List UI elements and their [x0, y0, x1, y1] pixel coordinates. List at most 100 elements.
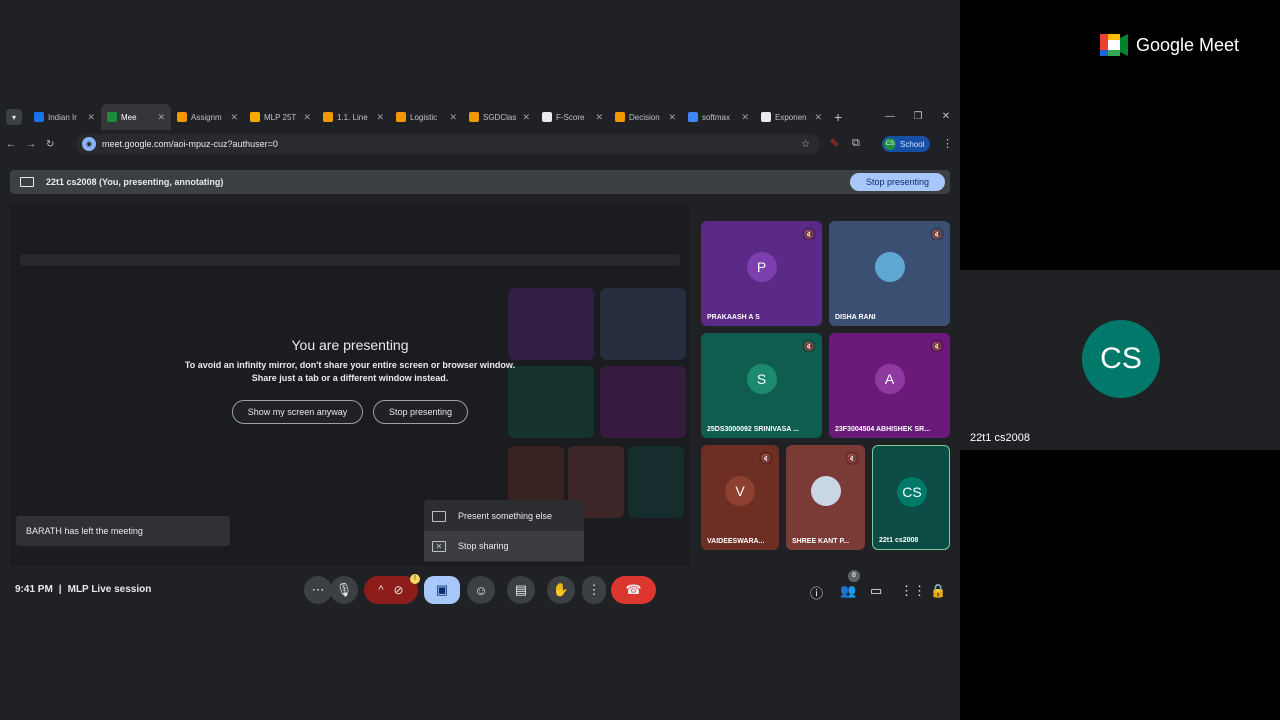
participant-name: 22t1 cs2008: [879, 537, 919, 544]
tab-close-icon[interactable]: ✕: [303, 112, 311, 123]
participant-avatar: V: [725, 475, 755, 506]
toast-text: BARATH has left the meeting: [26, 526, 143, 536]
address-bar[interactable]: ◉ meet.google.com/aoi-mpuz-cuz?authuser=…: [76, 134, 820, 154]
more-options-left-button[interactable]: ⋯: [304, 576, 332, 604]
stop-sharing-label: Stop sharing: [458, 541, 509, 551]
tab-favicon-icon: [396, 112, 406, 122]
tab-7[interactable]: F-Score ✕: [536, 104, 609, 130]
tab-close-icon[interactable]: ✕: [376, 112, 384, 123]
microphone-button[interactable]: 🎙: [330, 576, 358, 604]
tab-10[interactable]: Exponen ✕: [755, 104, 828, 130]
participant-avatar: CS: [897, 476, 927, 507]
captions-button[interactable]: ▤: [507, 576, 535, 604]
profile-avatar: CS: [884, 138, 896, 150]
new-tab-icon[interactable]: +: [834, 109, 842, 125]
extensions-icon[interactable]: ⧉: [852, 137, 860, 150]
browser-menu-icon[interactable]: ⋮: [942, 137, 953, 150]
tab-favicon-icon: [323, 112, 333, 122]
chat-icon[interactable]: ▭: [870, 583, 882, 599]
minimize-icon[interactable]: —: [876, 104, 904, 130]
tab-title: Decision: [629, 112, 660, 122]
tab-favicon-icon: [469, 112, 479, 122]
forward-icon[interactable]: →: [26, 139, 36, 150]
window-controls: — ❐ ✕: [876, 104, 960, 130]
tab-title: SGDClas: [483, 112, 517, 122]
participant-avatar: S: [746, 363, 777, 394]
participant-tile[interactable]: CS 22t1 cs2008: [872, 445, 950, 550]
tab-3[interactable]: MLP 25T ✕: [244, 104, 317, 130]
tab-close-icon[interactable]: ✕: [522, 112, 530, 123]
tab-strip: ▾ Indian Ir ✕ Mee ✕ Assignm ✕ MLP 25T ✕ 1.1. Lin…: [0, 104, 960, 130]
mic-muted-icon: 🔇: [802, 227, 816, 241]
stop-presenting-top-button[interactable]: Stop presenting: [850, 173, 945, 191]
tab-favicon-icon: [107, 112, 117, 122]
mic-muted-icon: 🔇: [845, 451, 859, 465]
present-icon: [432, 510, 446, 522]
profile-chip[interactable]: CS School: [882, 136, 931, 152]
bookmark-star-icon[interactable]: ☆: [801, 139, 810, 150]
tab-title: Logistic: [410, 112, 438, 122]
participant-tile[interactable]: DISHA RANI 🔇: [829, 221, 950, 326]
extension-pen-icon[interactable]: ✎: [830, 137, 839, 150]
participant-avatar: [810, 475, 841, 506]
mic-muted-icon: 🔇: [930, 339, 944, 353]
participant-tile[interactable]: V VAIDEESWARA... 🔇: [701, 445, 779, 550]
leave-call-button[interactable]: ☎: [611, 576, 656, 604]
mirror-banner: [20, 254, 680, 266]
tab-4[interactable]: 1.1. Line ✕: [317, 104, 390, 130]
participant-tile[interactable]: A 23F3004504 ABHISHEK SR... 🔇: [829, 333, 950, 438]
back-icon[interactable]: ←: [6, 139, 16, 150]
tab-favicon-icon: [177, 112, 187, 122]
tab-close-icon[interactable]: ✕: [230, 112, 238, 123]
tab-favicon-icon: [542, 112, 552, 122]
raise-hand-button[interactable]: ✋: [547, 576, 575, 604]
google-meet-logo-icon: [1100, 34, 1128, 56]
more-options-button[interactable]: ⋮: [582, 576, 606, 604]
tab-close-icon[interactable]: ✕: [741, 112, 749, 123]
reactions-button[interactable]: ☺: [467, 576, 495, 604]
tab-title: MLP 25T: [264, 112, 297, 122]
url-text: meet.google.com/aoi-mpuz-cuz?authuser=0: [102, 139, 278, 149]
reload-icon[interactable]: ↻: [46, 139, 54, 150]
stop-presenting-button[interactable]: Stop presenting: [373, 400, 468, 424]
tab-5[interactable]: Logistic ✕: [390, 104, 463, 130]
show-screen-anyway-button[interactable]: Show my screen anyway: [232, 400, 363, 424]
camera-off-icon: ⊘: [393, 583, 404, 597]
site-info-icon[interactable]: ◉: [82, 137, 96, 151]
restore-icon[interactable]: ❐: [904, 104, 932, 130]
participant-tile[interactable]: SHREE KANT P... 🔇: [786, 445, 865, 550]
tab-search-icon[interactable]: ▾: [6, 109, 22, 125]
tab-2[interactable]: Assignm ✕: [171, 104, 244, 130]
present-something-else-item[interactable]: Present something else: [424, 501, 584, 531]
tab-0[interactable]: Indian Ir ✕: [28, 104, 101, 130]
meeting-details-icon[interactable]: ⓘ: [810, 583, 823, 602]
mic-muted-icon: 🔇: [759, 451, 773, 465]
tab-1[interactable]: Mee ✕: [101, 104, 171, 130]
people-count-badge: 8: [848, 570, 860, 582]
tab-close-icon[interactable]: ✕: [157, 112, 165, 123]
people-icon[interactable]: 👥: [840, 583, 856, 599]
stop-sharing-item[interactable]: ✕ Stop sharing: [424, 531, 584, 561]
tab-title: F-Score: [556, 112, 585, 122]
host-controls-icon[interactable]: 🔒: [930, 583, 946, 599]
presenting-banner: 22t1 cs2008 (You, presenting, annotating…: [10, 170, 950, 194]
presentation-area: You are presenting To avoid an infinity …: [10, 204, 690, 566]
participant-tile[interactable]: S 25DS3000092 SRINIVASA ... 🔇: [701, 333, 822, 438]
tab-title: Indian Ir: [48, 112, 77, 122]
tab-close-icon[interactable]: ✕: [595, 112, 603, 123]
tab-close-icon[interactable]: ✕: [449, 112, 457, 123]
tab-close-icon[interactable]: ✕: [814, 112, 822, 123]
activities-icon[interactable]: ⋮⋮: [900, 583, 926, 599]
tab-favicon-icon: [615, 112, 625, 122]
camera-options-chevron-icon: ^: [378, 584, 384, 596]
tab-9[interactable]: softmax ✕: [682, 104, 755, 130]
self-name: 22t1 cs2008: [970, 432, 1030, 444]
tab-close-icon[interactable]: ✕: [87, 112, 95, 123]
tab-8[interactable]: Decision ✕: [609, 104, 682, 130]
present-screen-button[interactable]: ▣: [424, 576, 460, 604]
close-window-icon[interactable]: ✕: [932, 104, 960, 130]
participant-name: VAIDEESWARA...: [707, 538, 765, 545]
tab-6[interactable]: SGDClas ✕: [463, 104, 536, 130]
participant-tile[interactable]: P PRAKAASH A S 🔇: [701, 221, 822, 326]
tab-close-icon[interactable]: ✕: [668, 112, 676, 123]
